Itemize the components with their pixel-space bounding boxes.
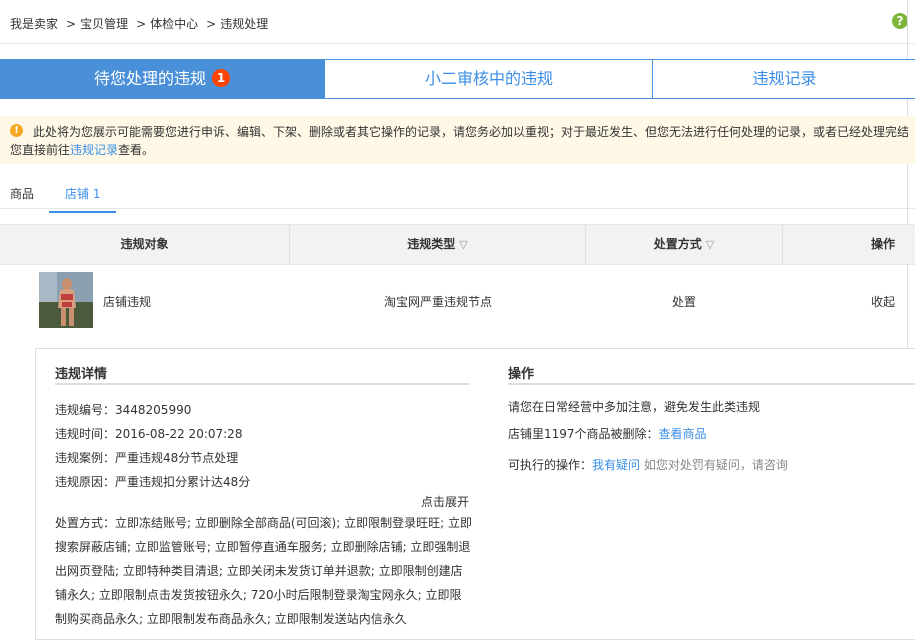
view-items-link[interactable]: 查看商品: [659, 427, 707, 441]
breadcrumb-item-seller[interactable]: 我是卖家: [10, 17, 58, 31]
available-ops: 可执行的操作：我有疑问 如您对处罚有疑问，请咨询: [508, 458, 788, 472]
violation-id: 违规编号：3448205990: [55, 403, 192, 417]
violation-time: 违规时间：2016-08-22 20:07:28: [55, 427, 243, 441]
violation-records-link[interactable]: 违规记录: [70, 143, 118, 157]
tab-bar: 待您处理的违规 1 小二审核中的违规 违规记录: [0, 59, 915, 99]
breadcrumb-item-checkup[interactable]: 体检中心: [150, 17, 198, 31]
count-badge: 1: [212, 69, 230, 87]
tab-records-label: 违规记录: [752, 69, 817, 88]
table-header: 违规对象 违规类型 ▽ 处置方式 ▽ 操作: [0, 224, 915, 265]
subtab-bar: 商品 店铺 1: [0, 180, 915, 213]
tab-reviewing-label: 小二审核中的违规: [424, 69, 553, 88]
collapse-link[interactable]: 收起: [871, 293, 895, 310]
col-header-action: 处置方式 ▽: [653, 237, 715, 251]
warning-icon: !: [10, 124, 23, 137]
notice-banner: ! 此处将为您展示可能需要您进行申诉、编辑、下架、删除或者其它操作的记录，请您务…: [0, 116, 915, 164]
deleted-items-info: 店铺里1197个商品被删除：查看商品: [508, 427, 707, 441]
ops-tip: 请您在日常经营中多加注意，避免发生此类违规: [508, 400, 761, 414]
handling-text: 处置方式：立即冻结账号; 立即删除全部商品(可回滚); 立即限制登录旺旺; 立即…: [55, 516, 472, 626]
breadcrumb: 我是卖家 > 宝贝管理 > 体检中心 > 违规处理: [10, 15, 272, 32]
breadcrumb-separator: >: [206, 17, 217, 31]
handling-method: 处置: [672, 295, 697, 309]
col-header-op: 操作: [870, 237, 895, 251]
breadcrumb-separator: >: [136, 17, 147, 31]
tab-reviewing[interactable]: 小二审核中的违规: [324, 59, 654, 99]
breadcrumb-item-items[interactable]: 宝贝管理: [80, 17, 128, 31]
filter-icon[interactable]: ▽: [706, 238, 714, 251]
violation-reason: 违规原因：严重违规扣分累计达48分: [55, 475, 251, 489]
tab-pending[interactable]: 待您处理的违规 1: [0, 59, 325, 99]
violation-case: 违规案例：严重违规48分节点处理: [55, 451, 239, 465]
question-link[interactable]: 我有疑问: [592, 458, 640, 472]
violation-type: 淘宝网严重违规节点: [384, 295, 493, 309]
tab-pending-label: 待您处理的违规: [93, 69, 206, 88]
filter-icon[interactable]: ▽: [459, 238, 467, 251]
object-name: 店铺违规: [103, 295, 152, 309]
tab-records[interactable]: 违规记录: [652, 59, 915, 99]
col-header-object: 违规对象: [120, 237, 169, 251]
breadcrumb-item-violation: 违规处理: [220, 17, 269, 31]
table-row: 店铺违规 淘宝网严重违规节点 处置 收起: [0, 264, 915, 338]
detail-title: 违规详情: [55, 367, 108, 382]
help-icon[interactable]: ?: [892, 13, 908, 29]
subtab-shop[interactable]: 店铺 1: [49, 185, 117, 213]
subtab-items[interactable]: 商品: [10, 185, 34, 202]
divider: [0, 43, 915, 44]
question-hint: 如您对处罚有疑问，请咨询: [643, 458, 788, 472]
notice-text-2: 您直接前往违规记录查看。: [10, 143, 155, 157]
violation-detail-panel: 违规详情 违规编号：3448205990 违规时间：2016-08-22 20:…: [35, 348, 915, 640]
col-header-type: 违规类型 ▽: [407, 237, 468, 251]
expand-link[interactable]: 点击展开: [421, 493, 469, 510]
notice-text: 此处将为您展示可能需要您进行申诉、编辑、下架、删除或者其它操作的记录，请您务必加…: [33, 125, 910, 139]
breadcrumb-separator: >: [66, 17, 77, 31]
ops-title: 操作: [508, 367, 535, 382]
shop-thumbnail: [39, 272, 93, 328]
